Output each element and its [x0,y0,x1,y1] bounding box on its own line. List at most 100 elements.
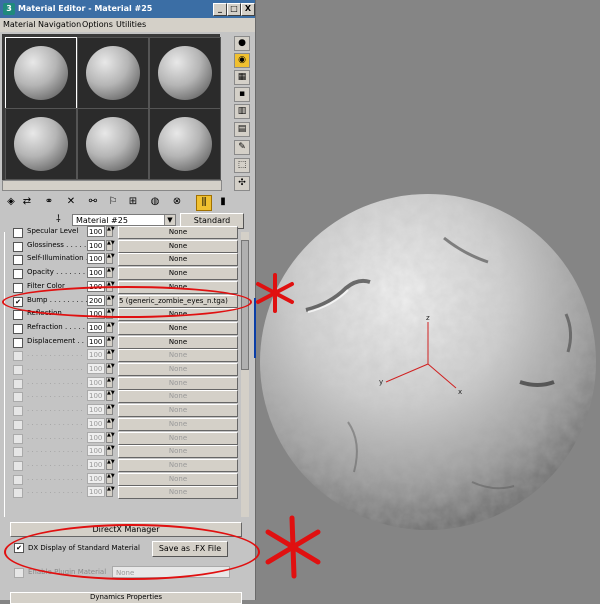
select-by-material-icon[interactable]: ⬚ [234,158,250,173]
backlight-icon[interactable]: ◉ [234,53,250,68]
go-forward-to-sibling-icon[interactable]: ▮ [216,195,230,209]
sample-slot-2[interactable] [77,37,149,109]
amount-spinner[interactable]: ▲▼ [106,363,115,374]
pick-material-icon[interactable]: ⸸ [56,214,68,226]
amount-spinner[interactable]: ▲▼ [106,431,115,443]
slots-horizontal-scrollbar[interactable] [2,180,222,191]
map-enable-checkbox[interactable] [13,406,23,417]
map-amount-field[interactable]: 100 [87,226,105,237]
map-amount-field[interactable]: 100 [87,363,105,374]
amount-spinner[interactable]: ▲▼ [106,267,115,279]
map-enable-checkbox[interactable] [13,365,23,375]
map-slot-button[interactable]: None [118,445,238,459]
map-enable-checkbox[interactable] [13,351,23,362]
map-slot-button[interactable]: None [118,417,238,431]
map-amount-field[interactable]: 100 [87,239,105,251]
map-amount-field[interactable]: 100 [87,458,105,470]
menu-navigation[interactable]: Navigation [38,20,81,29]
amount-spinner[interactable]: ▲▼ [106,335,115,347]
menu-utilities[interactable]: Utilities [116,20,146,29]
map-enable-checkbox[interactable] [13,282,23,293]
make-unique-icon[interactable]: ⚯ [86,195,100,209]
map-amount-field[interactable]: 100 [87,335,105,347]
enable-plugin-checkbox[interactable] [14,568,24,578]
amount-spinner[interactable]: ▲▼ [106,226,115,237]
dynamics-properties-header[interactable]: Dynamics Properties [10,592,242,604]
background-icon[interactable]: ▦ [234,70,250,85]
material-effects-channel-icon[interactable]: ⊞ [126,195,140,209]
amount-spinner[interactable]: ▲▼ [106,417,115,429]
menu-material[interactable]: Material [3,20,36,29]
map-slot-button[interactable]: None [118,472,238,486]
amount-spinner[interactable]: ▲▼ [106,390,115,402]
map-enable-checkbox[interactable] [13,433,23,444]
map-enable-checkbox[interactable] [13,460,23,471]
material-navigator-icon[interactable]: ✣ [234,176,250,191]
amount-spinner[interactable]: ▲▼ [106,321,115,333]
map-slot-button[interactable]: None [118,486,238,500]
map-enable-checkbox[interactable] [13,447,23,458]
map-amount-field[interactable]: 100 [87,321,105,333]
uv-tiling-icon[interactable]: ▪ [234,87,250,102]
map-slot-button[interactable]: None [118,458,238,472]
sample-slot-4[interactable] [5,108,77,180]
map-amount-field[interactable]: 100 [87,376,105,388]
map-slot-button[interactable]: None [118,335,238,349]
show-end-result-icon[interactable]: ⊗ [170,195,184,209]
map-amount-field[interactable]: 100 [87,445,105,457]
show-map-in-viewport-icon[interactable]: ◍ [148,195,162,209]
map-enable-checkbox[interactable] [13,255,23,266]
make-preview-icon[interactable]: ▤ [234,122,250,137]
amount-spinner[interactable]: ▲▼ [106,472,115,484]
map-enable-checkbox[interactable] [13,474,23,485]
map-enable-checkbox[interactable] [13,241,23,252]
assign-material-icon[interactable]: ⚭ [42,195,56,209]
put-to-scene-icon[interactable]: ⇄ [20,195,34,209]
sample-slot-1[interactable] [5,37,77,109]
options-icon[interactable]: ✎ [234,140,250,155]
maximize-button[interactable]: □ [227,3,241,16]
map-enable-checkbox[interactable] [13,269,23,280]
sample-slot-3[interactable] [149,37,221,109]
amount-spinner[interactable]: ▲▼ [106,349,115,361]
map-slot-button[interactable]: None [118,363,238,376]
sample-slot-6[interactable] [149,108,221,180]
close-button[interactable]: X [241,3,255,16]
map-enable-checkbox[interactable] [13,419,23,430]
map-amount-field[interactable]: 100 [87,390,105,402]
material-name-field[interactable]: Material #25 ▼ [72,214,176,226]
map-enable-checkbox[interactable] [13,337,23,348]
map-amount-field[interactable]: 100 [87,472,105,484]
map-slot-button[interactable]: None [118,390,238,404]
amount-spinner[interactable]: ▲▼ [106,404,115,416]
menu-options[interactable]: Options [82,20,113,29]
amount-spinner[interactable]: ▲▼ [106,458,115,470]
reset-map-icon[interactable]: ✕ [64,195,78,209]
map-slot-button[interactable]: None [118,239,238,253]
chevron-down-icon[interactable]: ▼ [164,215,175,225]
map-enable-checkbox[interactable] [13,378,23,389]
map-slot-button[interactable]: None [118,253,238,267]
map-slot-button[interactable]: None [118,267,238,281]
map-enable-checkbox[interactable] [13,392,23,403]
amount-spinner[interactable]: ▲▼ [106,239,115,251]
map-enable-checkbox[interactable] [13,488,23,499]
title-bar[interactable]: 3 Material Editor - Material #25 _ □ X [0,0,255,18]
map-slot-button[interactable]: None [118,226,238,239]
map-amount-field[interactable]: 100 [87,349,105,361]
map-slot-button[interactable]: None [118,376,238,390]
map-amount-field[interactable]: 100 [87,417,105,429]
map-slot-button[interactable]: None [118,404,238,418]
minimize-button[interactable]: _ [213,3,227,16]
map-enable-checkbox[interactable] [13,228,23,238]
map-slot-button[interactable]: None [118,431,238,445]
map-enable-checkbox[interactable] [13,323,23,334]
map-enable-checkbox[interactable] [13,310,23,321]
map-amount-field[interactable]: 100 [87,267,105,279]
amount-spinner[interactable]: ▲▼ [106,376,115,388]
get-material-icon[interactable]: ◈ [4,195,18,209]
amount-spinner[interactable]: ▲▼ [106,445,115,457]
put-to-library-icon[interactable]: ⚐ [106,195,120,209]
sample-slot-5[interactable] [77,108,149,180]
map-amount-field[interactable]: 100 [87,253,105,265]
